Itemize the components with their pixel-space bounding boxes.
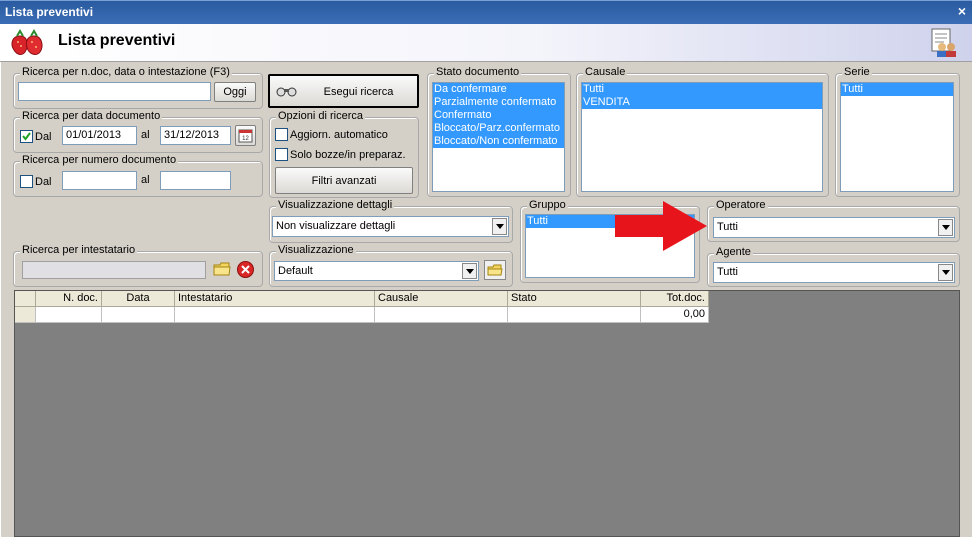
details-view-select[interactable]: Non visualizzare dettagli	[272, 216, 509, 237]
strawberry-icon	[8, 28, 48, 61]
search-number-al-label: al	[141, 174, 150, 186]
number-to-field[interactable]	[160, 171, 231, 190]
window-titlebar: Lista preventivi ×	[0, 0, 972, 24]
serie-list[interactable]: Tutti	[840, 82, 954, 192]
window-title: Lista preventivi	[5, 5, 94, 19]
date-to-field[interactable]: 31/12/2013	[160, 126, 231, 145]
agent-legend: Agente	[714, 246, 753, 258]
page-header: Lista preventivi	[0, 24, 972, 62]
table-cell[interactable]	[175, 307, 375, 323]
details-view-value: Non visualizzare dettagli	[276, 220, 396, 232]
list-item[interactable]: Da confermare	[433, 83, 564, 96]
list-item[interactable]: Tutti	[841, 83, 953, 96]
column-header[interactable]: Tot.doc.	[641, 291, 709, 307]
holder-legend: Ricerca per intestatario	[20, 244, 138, 256]
search-text-input[interactable]	[18, 82, 211, 101]
chevron-down-icon[interactable]	[492, 218, 507, 235]
chevron-down-icon[interactable]	[938, 219, 953, 236]
search-date-legend: Ricerca per data documento	[20, 110, 163, 122]
search-number-checkbox[interactable]	[20, 175, 33, 188]
run-search-label: Esegui ricerca	[323, 86, 394, 98]
serie-legend: Serie	[842, 66, 872, 78]
causale-legend: Causale	[583, 66, 628, 78]
column-header[interactable]: Causale	[375, 291, 508, 307]
holder-field[interactable]	[22, 261, 206, 279]
advanced-filters-button[interactable]: Filtri avanzati	[275, 167, 413, 194]
folder-icon[interactable]	[212, 260, 232, 281]
row-header-corner	[15, 291, 36, 307]
list-item[interactable]: Tutti	[582, 83, 822, 96]
list-item[interactable]: Parzialmente confermato	[433, 96, 564, 109]
table-cell[interactable]	[375, 307, 508, 323]
column-header[interactable]: Data	[102, 291, 175, 307]
run-search-button[interactable]: Esegui ricerca	[268, 74, 419, 108]
details-view-legend: Visualizzazione dettagli	[276, 199, 395, 211]
column-header[interactable]: Stato	[508, 291, 641, 307]
table-cell[interactable]	[36, 307, 102, 323]
list-item[interactable]: VENDITA	[582, 96, 822, 109]
list-item[interactable]: Bloccato/Non confermato	[433, 135, 564, 148]
main-content: Ricerca per n.doc, data o intestazione (…	[0, 62, 972, 537]
status-legend: Stato documento	[434, 66, 522, 78]
results-table[interactable]: N. doc. Data Intestatario Causale Stato …	[14, 290, 960, 537]
page-title: Lista preventivi	[58, 32, 176, 49]
view-select[interactable]: Default	[274, 261, 479, 281]
table-cell[interactable]	[102, 307, 175, 323]
calendar-button[interactable]: 12	[235, 125, 256, 146]
close-icon[interactable]: ×	[958, 3, 966, 19]
chevron-down-icon[interactable]	[462, 263, 477, 279]
causale-list[interactable]: Tutti VENDITA	[581, 82, 823, 192]
operator-select[interactable]: Tutti	[713, 217, 955, 238]
search-number-legend: Ricerca per numero documento	[20, 154, 179, 166]
search-date-al-label: al	[141, 129, 150, 141]
clear-icon[interactable]	[236, 260, 255, 282]
drafts-only-checkbox[interactable]	[275, 148, 288, 161]
auto-update-label: Aggiorn. automatico	[290, 129, 388, 141]
group-legend: Gruppo	[527, 199, 568, 211]
search-text-legend: Ricerca per n.doc, data o intestazione (…	[20, 66, 232, 78]
red-arrow-annotation	[615, 201, 707, 254]
folder-icon[interactable]	[484, 260, 506, 283]
search-options-legend: Opzioni di ricerca	[276, 110, 365, 122]
date-from-field[interactable]: 01/01/2013	[62, 126, 137, 145]
list-item[interactable]: Confermato	[433, 109, 564, 122]
agent-select[interactable]: Tutti	[713, 262, 955, 283]
auto-update-checkbox[interactable]	[275, 128, 288, 141]
row-header[interactable]	[15, 307, 36, 323]
column-header[interactable]: Intestatario	[175, 291, 375, 307]
table-cell[interactable]	[508, 307, 641, 323]
operator-legend: Operatore	[714, 199, 768, 211]
chevron-down-icon[interactable]	[938, 264, 953, 281]
table-cell[interactable]: 0,00	[641, 307, 709, 323]
users-report-icon[interactable]	[930, 28, 958, 61]
number-from-field[interactable]	[62, 171, 137, 190]
status-list[interactable]: Da confermare Parzialmente confermato Co…	[432, 82, 565, 192]
search-date-dal-label: Dal	[35, 131, 52, 143]
view-legend: Visualizzazione	[276, 244, 356, 256]
svg-text:12: 12	[242, 136, 249, 142]
operator-value: Tutti	[717, 221, 738, 233]
agent-value: Tutti	[717, 266, 738, 278]
today-button[interactable]: Oggi	[214, 82, 256, 102]
list-item[interactable]: Bloccato/Parz.confermato	[433, 122, 564, 135]
search-number-dal-label: Dal	[35, 176, 52, 188]
view-value: Default	[278, 265, 313, 277]
binoculars-icon	[276, 84, 298, 101]
search-date-checkbox[interactable]	[20, 130, 33, 143]
drafts-only-label: Solo bozze/in preparaz.	[290, 149, 406, 161]
calendar-icon: 12	[238, 129, 253, 146]
column-header[interactable]: N. doc.	[36, 291, 102, 307]
